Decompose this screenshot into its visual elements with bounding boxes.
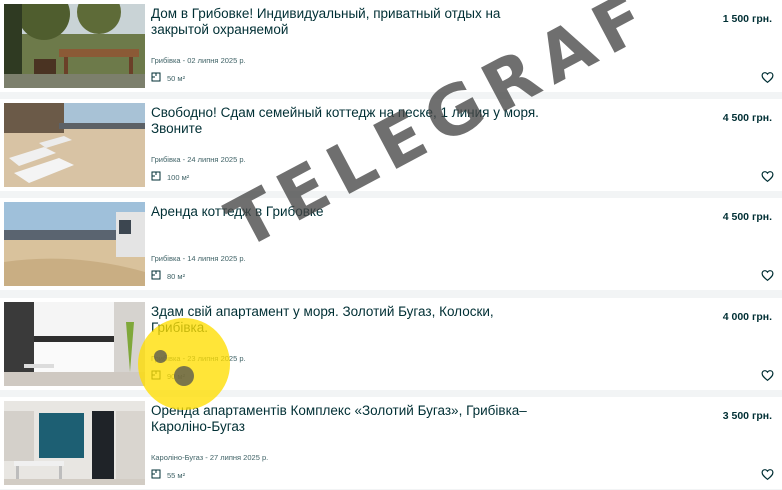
- listing-price: 4 500 грн.: [722, 211, 772, 223]
- heart-outline-icon: [761, 270, 774, 282]
- listing-location-date: Кароліно-Бугаз - 27 липня 2025 р.: [151, 453, 269, 462]
- heart-outline-icon: [761, 171, 774, 183]
- listing-photo[interactable]: [4, 4, 145, 88]
- area-value: 100 м²: [167, 172, 190, 182]
- listing-location-date: Грибівка - 23 липня 2025 р.: [151, 354, 246, 363]
- listing-card[interactable]: Дом в Грибовке! Индивидуальный, приватны…: [0, 0, 782, 92]
- listing-photo[interactable]: [4, 302, 145, 386]
- listing-title[interactable]: Дом в Грибовке! Индивидуальный, приватны…: [151, 6, 551, 38]
- listing-card[interactable]: Аренда коттедж в Грибовке 4 500 грн. Гри…: [0, 198, 782, 290]
- listing-location-date: Грибівка - 02 липня 2025 р.: [151, 56, 246, 65]
- area-value: 50 м²: [167, 73, 186, 83]
- listing-photo[interactable]: [4, 401, 145, 485]
- heart-outline-icon: [761, 370, 774, 382]
- listing-card[interactable]: Свободно! Сдам семейный коттедж на песке…: [0, 99, 782, 191]
- listing-price: 1 500 грн.: [722, 13, 772, 25]
- listing-price: 4 500 грн.: [722, 112, 772, 124]
- floor-plan-icon: [151, 469, 161, 481]
- floor-plan-icon: [151, 270, 161, 282]
- listing-area: 90 м²: [151, 370, 185, 382]
- heart-outline-icon: [761, 469, 774, 481]
- listing-card[interactable]: Оренда апартаментів Комплекс «Золотий Бу…: [0, 397, 782, 489]
- listing-area: 80 м²: [151, 270, 185, 282]
- listing-title[interactable]: Здам свій апартамент у моря. Золотий Буг…: [151, 304, 551, 336]
- area-value: 55 м²: [167, 470, 186, 480]
- listing-area: 50 м²: [151, 72, 185, 84]
- listing-price: 4 000 грн.: [722, 311, 772, 323]
- listing-card[interactable]: Здам свій апартамент у моря. Золотий Буг…: [0, 298, 782, 390]
- listing-photo[interactable]: [4, 202, 145, 286]
- listing-area: 55 м²: [151, 469, 185, 481]
- listing-title[interactable]: Оренда апартаментів Комплекс «Золотий Бу…: [151, 403, 551, 435]
- listing-location-date: Грибівка - 24 липня 2025 р.: [151, 155, 246, 164]
- floor-plan-icon: [151, 171, 161, 183]
- favorite-button[interactable]: [761, 170, 774, 183]
- area-value: 90 м²: [167, 371, 186, 381]
- listing-title[interactable]: Аренда коттедж в Грибовке: [151, 204, 551, 220]
- favorite-button[interactable]: [761, 369, 774, 382]
- area-value: 80 м²: [167, 271, 186, 281]
- listing-title[interactable]: Свободно! Сдам семейный коттедж на песке…: [151, 105, 551, 137]
- favorite-button[interactable]: [761, 468, 774, 481]
- heart-outline-icon: [761, 72, 774, 84]
- floor-plan-icon: [151, 72, 161, 84]
- listing-location-date: Грибівка - 14 липня 2025 р.: [151, 254, 246, 263]
- favorite-button[interactable]: [761, 71, 774, 84]
- listing-photo[interactable]: [4, 103, 145, 187]
- favorite-button[interactable]: [761, 269, 774, 282]
- listing-price: 3 500 грн.: [722, 410, 772, 422]
- listing-area: 100 м²: [151, 171, 189, 183]
- floor-plan-icon: [151, 370, 161, 382]
